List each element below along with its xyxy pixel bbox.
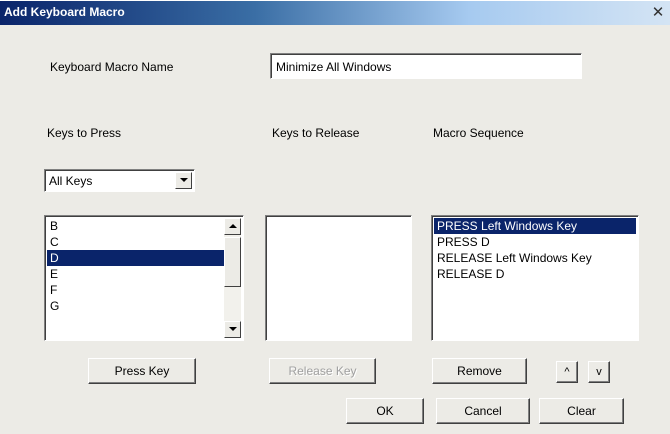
macro-name-value: Minimize All Windows [276,60,392,74]
key-list-item[interactable]: E [47,266,224,282]
keys-to-press-list[interactable]: B C D E F G [44,215,244,341]
macro-sequence-list[interactable]: PRESS Left Windows Key PRESS D RELEASE L… [431,215,639,341]
sequence-item[interactable]: RELEASE D [434,266,636,282]
sequence-item-selected[interactable]: PRESS Left Windows Key [434,218,636,234]
add-keyboard-macro-dialog: Add Keyboard Macro ✕ Keyboard Macro Name… [0,0,670,434]
title-bar[interactable]: Add Keyboard Macro ✕ [0,1,670,25]
remove-button[interactable]: Remove [432,358,527,384]
window-title: Add Keyboard Macro [4,5,125,19]
key-list-item-selected[interactable]: D [47,250,224,266]
sequence-item[interactable]: PRESS D [434,234,636,250]
cancel-button[interactable]: Cancel [436,398,530,424]
key-filter-select[interactable]: All Keys [44,169,195,192]
release-key-button[interactable]: Release Key [269,358,376,384]
sequence-item[interactable]: RELEASE Left Windows Key [434,250,636,266]
key-list-item[interactable]: C [47,234,224,250]
move-up-button[interactable]: ^ [556,361,578,383]
macro-name-input[interactable]: Minimize All Windows [270,53,582,79]
key-list-item[interactable]: F [47,282,224,298]
key-list-item[interactable]: G [47,298,224,314]
press-key-button[interactable]: Press Key [88,358,196,384]
keys-to-release-list[interactable] [265,215,412,341]
scroll-down-icon[interactable] [224,321,241,338]
key-list-item[interactable]: B [47,218,224,234]
keys-list-scrollbar[interactable] [224,218,241,338]
macro-sequence-label: Macro Sequence [433,126,524,140]
move-down-button[interactable]: v [588,361,610,383]
key-filter-value: All Keys [49,174,93,188]
keys-to-release-label: Keys to Release [272,126,360,140]
ok-button[interactable]: OK [346,398,424,424]
chevron-down-icon[interactable] [175,172,192,189]
close-icon[interactable]: ✕ [649,4,667,22]
scroll-thumb[interactable] [224,237,241,287]
keys-to-press-label: Keys to Press [47,126,122,140]
macro-name-label: Keyboard Macro Name [50,60,174,74]
scroll-up-icon[interactable] [224,218,241,235]
clear-button[interactable]: Clear [539,398,624,424]
